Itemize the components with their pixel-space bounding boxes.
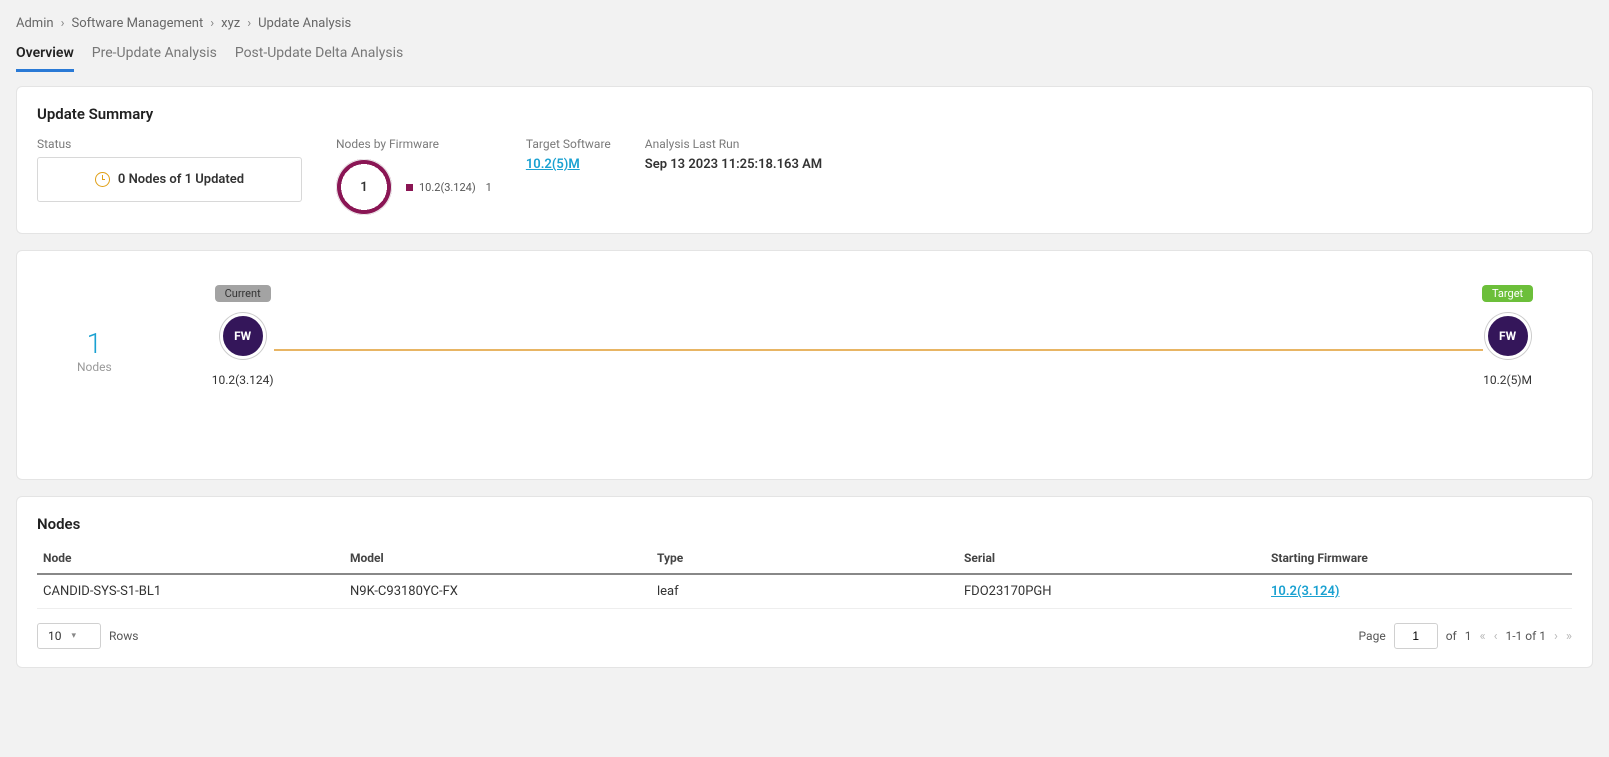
target-badge: Target: [1482, 285, 1533, 302]
chevron-right-icon: ›: [61, 16, 65, 31]
column-header-starting-firmware[interactable]: Starting Firmware: [1265, 543, 1572, 574]
status-text: 0 Nodes of 1 Updated: [118, 172, 244, 187]
breadcrumb-item-update-analysis: Update Analysis: [258, 16, 351, 31]
breadcrumb-item-software-management[interactable]: Software Management: [71, 16, 203, 31]
first-page-icon[interactable]: «: [1479, 629, 1485, 644]
table-row[interactable]: CANDID-SYS-S1-BL1 N9K-C93180YC-FX leaf F…: [37, 574, 1572, 609]
prev-page-icon[interactable]: ‹: [1494, 629, 1498, 644]
firmware-donut-chart[interactable]: 1: [336, 159, 392, 215]
analysis-last-run-label: Analysis Last Run: [645, 137, 822, 151]
firmware-flow-card: 1 Nodes Current FW 10.2(3.124) Target FW…: [16, 250, 1593, 480]
column-header-type[interactable]: Type: [651, 543, 958, 574]
last-page-icon[interactable]: »: [1566, 629, 1572, 644]
column-header-node[interactable]: Node: [37, 543, 344, 574]
current-fw-node[interactable]: Current FW 10.2(3.124): [212, 313, 274, 387]
legend-version: 10.2(3.124): [419, 181, 476, 194]
tab-pre-update-analysis[interactable]: Pre-Update Analysis: [92, 39, 217, 72]
flow-nodes-number: 1: [77, 327, 112, 360]
nodes-table-card: Nodes Node Model Type Serial Starting Fi…: [16, 496, 1593, 668]
current-badge: Current: [215, 285, 271, 302]
next-page-icon[interactable]: ›: [1554, 629, 1558, 644]
flow-connector-line: [274, 349, 1484, 351]
target-software-link[interactable]: 10.2(5)M: [526, 157, 611, 172]
flow-nodes-label: Nodes: [77, 360, 112, 374]
cell-starting-firmware: 10.2(3.124): [1265, 574, 1572, 609]
status-block: Status 0 Nodes of 1 Updated: [37, 137, 302, 202]
nodes-table: Node Model Type Serial Starting Firmware…: [37, 543, 1572, 609]
chevron-right-icon: ›: [210, 16, 214, 31]
nodes-title: Nodes: [37, 515, 1572, 533]
fw-circle-icon: FW: [1485, 313, 1531, 359]
starting-firmware-link[interactable]: 10.2(3.124): [1271, 584, 1339, 599]
legend-swatch-icon: [406, 184, 413, 191]
current-fw-version: 10.2(3.124): [212, 373, 274, 387]
breadcrumb: Admin › Software Management › xyz › Upda…: [16, 16, 1593, 31]
cell-serial: FDO23170PGH: [958, 574, 1265, 609]
fw-circle-icon: FW: [220, 313, 266, 359]
tab-post-update-delta-analysis[interactable]: Post-Update Delta Analysis: [235, 39, 403, 72]
rows-per-page-select[interactable]: 10 ▾: [37, 623, 101, 649]
analysis-tabs: Overview Pre-Update Analysis Post-Update…: [16, 39, 1593, 72]
of-label: of: [1446, 629, 1457, 643]
flow-nodes-count: 1 Nodes: [77, 327, 112, 374]
cell-node: CANDID-SYS-S1-BL1: [37, 574, 344, 609]
target-software-label: Target Software: [526, 137, 611, 151]
rows-per-page-value: 10: [48, 629, 62, 643]
status-box: 0 Nodes of 1 Updated: [37, 157, 302, 202]
firmware-legend[interactable]: 10.2(3.124) 1: [406, 181, 492, 194]
breadcrumb-item-xyz[interactable]: xyz: [221, 16, 240, 31]
legend-count: 1: [486, 181, 492, 194]
table-header-row: Node Model Type Serial Starting Firmware: [37, 543, 1572, 574]
nodes-by-firmware-block: Nodes by Firmware 1 10.2(3.124) 1: [336, 137, 492, 215]
target-fw-node[interactable]: Target FW 10.2(5)M: [1483, 313, 1532, 387]
tab-overview[interactable]: Overview: [16, 39, 74, 72]
page-label: Page: [1359, 629, 1386, 643]
table-pager: 10 ▾ Rows Page of 1 « ‹ 1-1 of 1 › »: [37, 623, 1572, 649]
chevron-down-icon: ▾: [72, 631, 77, 641]
target-software-block: Target Software 10.2(5)M: [526, 137, 611, 172]
page-range-text: 1-1 of 1: [1505, 629, 1546, 643]
column-header-model[interactable]: Model: [344, 543, 651, 574]
chevron-right-icon: ›: [247, 16, 251, 31]
nodes-by-firmware-label: Nodes by Firmware: [336, 137, 492, 151]
target-fw-version: 10.2(5)M: [1483, 373, 1532, 387]
status-label: Status: [37, 137, 302, 151]
column-header-serial[interactable]: Serial: [958, 543, 1265, 574]
donut-total: 1: [360, 180, 367, 195]
analysis-last-run-value: Sep 13 2023 11:25:18.163 AM: [645, 157, 822, 172]
update-summary-title: Update Summary: [37, 105, 1572, 123]
rows-label: Rows: [109, 629, 138, 643]
breadcrumb-item-admin[interactable]: Admin: [16, 16, 54, 31]
update-summary-card: Update Summary Status 0 Nodes of 1 Updat…: [16, 86, 1593, 234]
page-input[interactable]: [1394, 623, 1438, 649]
cell-type: leaf: [651, 574, 958, 609]
total-pages: 1: [1465, 629, 1472, 643]
clock-icon: [95, 172, 110, 187]
analysis-last-run-block: Analysis Last Run Sep 13 2023 11:25:18.1…: [645, 137, 822, 172]
cell-model: N9K-C93180YC-FX: [344, 574, 651, 609]
